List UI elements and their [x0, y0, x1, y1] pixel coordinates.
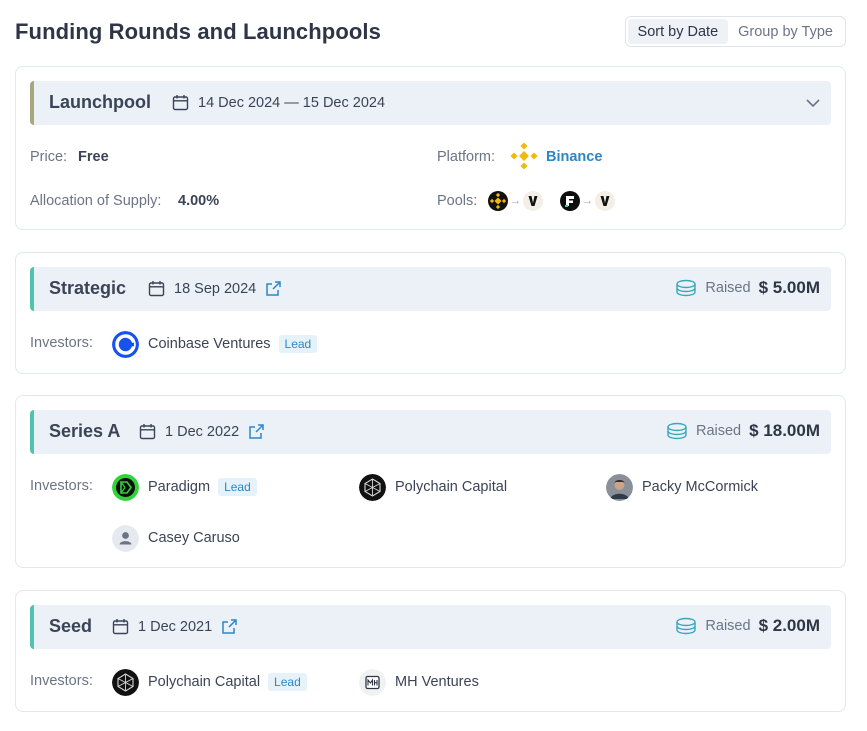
- round-name: Seed: [49, 616, 93, 636]
- coins-icon: [667, 422, 687, 440]
- usual-token-icon: [595, 191, 615, 211]
- price-value: Free: [78, 149, 109, 165]
- investor-name: Packy McCormick: [642, 479, 759, 495]
- fdusd-token-icon: [560, 191, 580, 211]
- raised-label: Raised: [695, 423, 742, 439]
- date-text: 1 Dec 2022: [165, 423, 240, 440]
- launchpool-header[interactable]: Launchpool 14 Dec 2024 — 15 Dec 2024: [30, 81, 831, 125]
- raised-amount-group: Raised $ 5.00M: [675, 278, 820, 298]
- investor-item[interactable]: MH Ventures: [359, 668, 479, 696]
- lead-badge: Lead: [218, 478, 257, 496]
- investors-label: Investors:: [30, 335, 93, 351]
- arrow-right-icon: →: [510, 195, 521, 207]
- funding-round-card: Series A 1 Dec 2022 Raised $ 18.00M Inve…: [15, 395, 846, 568]
- chevron-down-icon[interactable]: [805, 95, 821, 111]
- page-title: Funding Rounds and Launchpools: [15, 19, 381, 44]
- investor-item[interactable]: Casey Caruso: [112, 524, 240, 552]
- external-link-icon[interactable]: [221, 618, 238, 635]
- person-avatar-icon: [606, 473, 633, 501]
- lead-badge: Lead: [268, 673, 307, 691]
- calendar-icon: [172, 95, 189, 111]
- platform-label: Platform:: [437, 149, 496, 165]
- raised-amount-group: Raised $ 18.00M: [666, 421, 820, 441]
- lead-badge: Lead: [278, 335, 318, 353]
- binance-logo-icon: [510, 142, 538, 170]
- round-header: Series A 1 Dec 2022 Raised $ 18.00M: [30, 410, 831, 454]
- round-date: 18 Sep 2024: [148, 280, 282, 297]
- investors-label: Investors:: [30, 673, 93, 689]
- mh-ventures-logo-icon: [359, 668, 386, 696]
- funding-round-card: Strategic 18 Sep 2024 Raised $ 5.00M Inv…: [15, 252, 846, 374]
- coins-icon: [676, 279, 697, 297]
- coinbase-logo-icon: [112, 330, 139, 358]
- round-name: Strategic: [49, 278, 127, 298]
- raised-label: Raised: [705, 618, 751, 634]
- investor-name: Paradigm: [148, 479, 211, 495]
- round-date: 1 Dec 2021: [112, 618, 238, 635]
- allocation-value: 4.00%: [178, 193, 220, 209]
- polychain-logo-icon: [112, 668, 139, 696]
- raised-amount: $ 2.00M: [758, 616, 820, 635]
- investor-name: Polychain Capital: [148, 674, 261, 690]
- raised-amount-group: Raised $ 2.00M: [675, 616, 820, 636]
- page-header: Funding Rounds and Launchpools Sort by D…: [15, 16, 846, 50]
- allocation-label: Allocation of Supply:: [30, 193, 162, 209]
- date-text: 1 Dec 2021: [138, 618, 213, 635]
- external-link-icon[interactable]: [248, 423, 265, 440]
- investor-item[interactable]: Polychain Capital Lead: [112, 668, 307, 696]
- raised-label: Raised: [705, 280, 751, 296]
- coins-icon: [676, 617, 697, 635]
- date-text: 14 Dec 2024 — 15 Dec 2024: [198, 94, 386, 111]
- pool-item[interactable]: →: [560, 190, 615, 212]
- raised-amount: $ 18.00M: [749, 421, 820, 440]
- calendar-icon: [148, 281, 165, 297]
- pool-item[interactable]: →: [488, 190, 543, 212]
- investor-item[interactable]: Paradigm Lead: [112, 473, 257, 501]
- date-text: 18 Sep 2024: [174, 280, 257, 297]
- usual-token-icon: [523, 191, 543, 211]
- calendar-icon: [112, 619, 129, 635]
- group-by-type-button[interactable]: Group by Type: [728, 19, 843, 44]
- polychain-logo-icon: [359, 473, 386, 501]
- external-link-icon[interactable]: [265, 280, 282, 297]
- investor-item[interactable]: Packy McCormick: [606, 473, 758, 501]
- price-label: Price:: [30, 149, 68, 165]
- raised-amount: $ 5.00M: [758, 278, 820, 297]
- sort-group-toggle: Sort by Date Group by Type: [624, 16, 846, 47]
- round-header: Strategic 18 Sep 2024 Raised $ 5.00M: [30, 267, 831, 311]
- arrow-right-icon: →: [582, 195, 593, 207]
- round-header: Seed 1 Dec 2021 Raised $ 2.00M: [30, 605, 831, 649]
- launchpool-card: Launchpool 14 Dec 2024 — 15 Dec 2024 Pri…: [15, 66, 846, 230]
- pools-label: Pools:: [437, 193, 478, 209]
- paradigm-logo-icon: [112, 473, 139, 501]
- investor-name: Casey Caruso: [148, 530, 240, 546]
- round-name: Series A: [49, 421, 121, 441]
- investor-name: MH Ventures: [395, 674, 479, 690]
- sort-by-date-button[interactable]: Sort by Date: [627, 19, 729, 44]
- investor-name: Polychain Capital: [395, 479, 508, 495]
- investors-label: Investors:: [30, 478, 93, 494]
- user-placeholder-icon: [112, 524, 139, 552]
- platform-name-link[interactable]: Binance: [546, 149, 602, 165]
- funding-round-card: Seed 1 Dec 2021 Raised $ 2.00M Investors…: [15, 590, 846, 712]
- investor-name: Coinbase Ventures: [148, 336, 271, 352]
- round-name: Launchpool: [49, 92, 151, 112]
- investor-item[interactable]: Polychain Capital: [359, 473, 507, 501]
- investor-item[interactable]: Coinbase Ventures Lead: [112, 330, 318, 358]
- round-date: 1 Dec 2022: [139, 423, 265, 440]
- bnb-token-icon: [488, 191, 508, 211]
- round-date: 14 Dec 2024 — 15 Dec 2024: [172, 94, 385, 111]
- calendar-icon: [139, 424, 156, 440]
